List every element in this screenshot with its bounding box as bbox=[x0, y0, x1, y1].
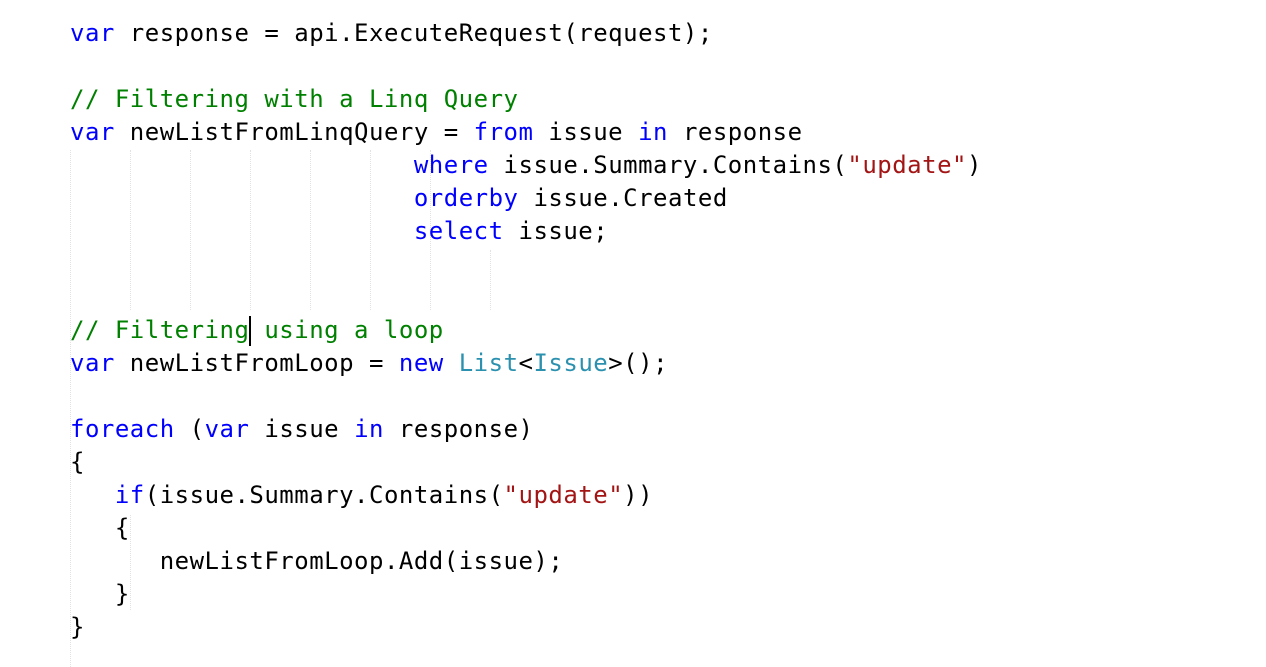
code-text: { bbox=[114, 514, 130, 542]
code-text: >(); bbox=[608, 349, 669, 377]
keyword-token: in bbox=[638, 118, 668, 146]
code-line-open-brace[interactable]: { bbox=[70, 446, 85, 479]
keyword-token: orderby bbox=[413, 184, 519, 212]
code-text: } bbox=[114, 580, 130, 608]
code-line-linq-from[interactable]: var newListFromLinqQuery = from issue in… bbox=[70, 116, 803, 149]
code-line-if[interactable]: if(issue.Summary.Contains("update")) bbox=[70, 479, 653, 512]
string-token: "update" bbox=[503, 481, 624, 509]
indent-guide bbox=[490, 250, 491, 310]
code-line-add[interactable]: newListFromLoop.Add(issue); bbox=[70, 545, 563, 578]
code-text: response = api.ExecuteRequest(request); bbox=[114, 19, 713, 47]
code-text: newListFromLoop = bbox=[114, 349, 399, 377]
code-text: < bbox=[518, 349, 534, 377]
code-text: (issue.Summary.Contains( bbox=[144, 481, 504, 509]
code-line-if-close-brace[interactable]: } bbox=[70, 578, 130, 611]
keyword-token: var bbox=[70, 349, 115, 377]
code-editor[interactable]: var response = api.ExecuteRequest(reques… bbox=[0, 0, 1266, 667]
code-line-linq-orderby[interactable]: orderby issue.Created bbox=[70, 182, 728, 215]
code-text: issue; bbox=[503, 217, 609, 245]
code-line-close-brace[interactable]: } bbox=[70, 611, 85, 644]
code-line-linq-where[interactable]: where issue.Summary.Contains("update") bbox=[70, 149, 982, 182]
code-text: issue bbox=[249, 415, 355, 443]
code-text: newListFromLinqQuery = bbox=[114, 118, 474, 146]
code-text: response) bbox=[383, 415, 534, 443]
keyword-token: from bbox=[473, 118, 534, 146]
type-token: Issue bbox=[533, 349, 609, 377]
code-text: issue.Summary.Contains( bbox=[488, 151, 848, 179]
string-token: "update" bbox=[847, 151, 967, 179]
keyword-token: where bbox=[413, 151, 489, 179]
keyword-token: foreach bbox=[70, 415, 175, 443]
code-text: issue.Created bbox=[518, 184, 728, 212]
code-line-foreach[interactable]: foreach (var issue in response) bbox=[70, 413, 533, 446]
code-text: issue bbox=[533, 118, 639, 146]
comment-token: // Filtering with a Linq Query bbox=[70, 85, 519, 113]
keyword-token: var bbox=[204, 415, 250, 443]
code-text: ) bbox=[966, 151, 982, 179]
keyword-token: if bbox=[114, 481, 145, 509]
code-text: newListFromLoop.Add(issue); bbox=[159, 547, 564, 575]
text-caret bbox=[249, 316, 251, 346]
code-text: { bbox=[70, 448, 85, 476]
keyword-token: new bbox=[398, 349, 444, 377]
code-line-linq-select[interactable]: select issue; bbox=[70, 215, 608, 248]
code-line-if-open-brace[interactable]: { bbox=[70, 512, 130, 545]
code-line-comment-loop[interactable]: // Filtering using a loop bbox=[70, 314, 444, 347]
code-line-comment-linq[interactable]: // Filtering with a Linq Query bbox=[70, 83, 518, 116]
keyword-token: var bbox=[70, 19, 115, 47]
code-line-new-list[interactable]: var newListFromLoop = new List<Issue>(); bbox=[70, 347, 668, 380]
type-token: List bbox=[458, 349, 519, 377]
code-text: } bbox=[70, 613, 85, 641]
code-text: ( bbox=[174, 415, 205, 443]
comment-token: // Filtering using a loop bbox=[70, 316, 444, 344]
keyword-token: var bbox=[70, 118, 115, 146]
code-text: )) bbox=[623, 481, 654, 509]
keyword-token: select bbox=[413, 217, 504, 245]
code-text: response bbox=[668, 118, 803, 146]
keyword-token: in bbox=[354, 415, 384, 443]
code-line-execute-request[interactable]: var response = api.ExecuteRequest(reques… bbox=[70, 17, 713, 50]
